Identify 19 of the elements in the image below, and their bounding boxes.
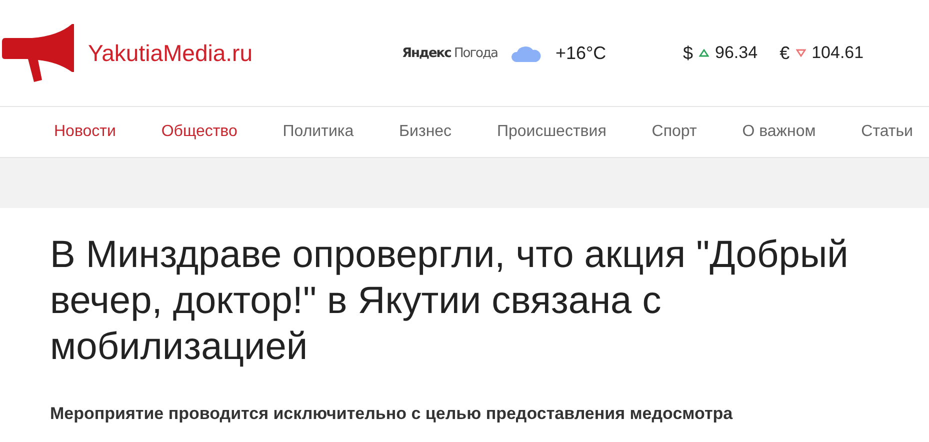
nav-link[interactable]: Бизнес xyxy=(399,123,452,141)
nav-link[interactable]: Новости xyxy=(54,123,116,141)
nav-link[interactable]: Общество xyxy=(161,123,238,141)
currency-symbol: $ xyxy=(683,42,694,64)
nav-link[interactable]: Политика xyxy=(282,123,354,141)
exchange-rate: 96.34 xyxy=(715,43,758,63)
weather-brand[interactable]: Яндекс Погода xyxy=(402,46,498,60)
exchange-rate: 104.61 xyxy=(812,43,864,63)
temperature: +16°C xyxy=(555,42,606,64)
nav-link[interactable]: Происшествия xyxy=(496,123,606,141)
currency-symbol: € xyxy=(780,42,790,64)
nav-link[interactable]: О важном xyxy=(742,123,816,141)
nav-link[interactable]: Статьи xyxy=(861,123,913,141)
cloud-icon xyxy=(511,44,542,62)
megaphone-icon xyxy=(2,22,76,84)
article-title: В Минздраве опровергли, что акция "Добрый вечер, доктор!" в Якутии связана с мобилизацией xyxy=(50,233,850,370)
nav-link[interactable]: Спорт xyxy=(652,123,697,141)
logo-text[interactable]: YakutiaMedia.ru xyxy=(88,40,252,66)
article-lead: Мероприятие проводится исключительно с целью предоставления медосмотра xyxy=(50,404,734,424)
